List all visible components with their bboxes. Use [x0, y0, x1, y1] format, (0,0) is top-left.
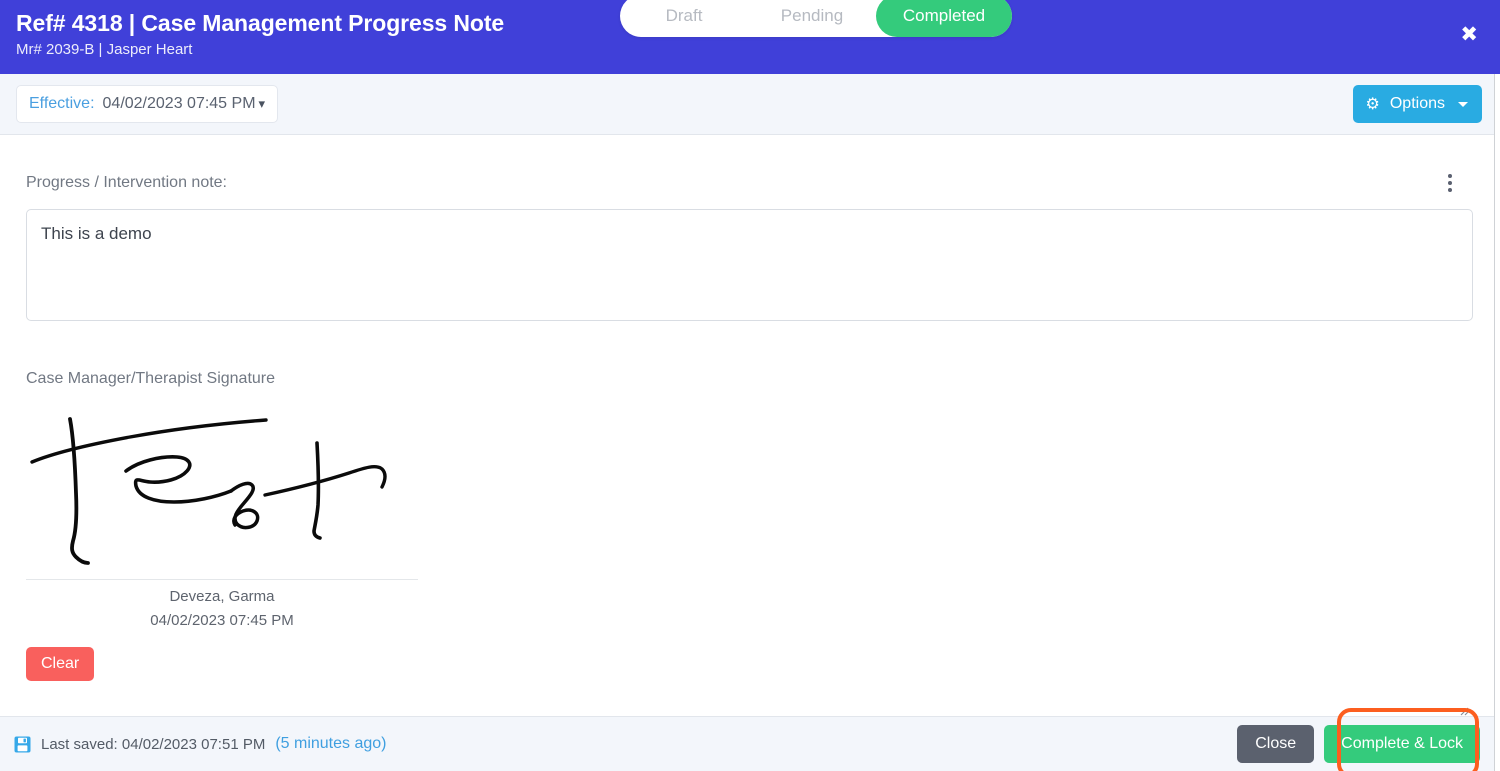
chevron-down-icon: ▾ [258, 96, 266, 112]
signed-timestamp: 04/02/2023 07:45 PM [150, 612, 294, 629]
status-stepper: Draft Pending Completed [620, 0, 1012, 37]
progress-note-modal: Ref# 4318 | Case Management Progress Not… [0, 0, 1500, 771]
options-button-label: Options [1389, 95, 1445, 112]
gear-icon: ⚙ [1365, 94, 1380, 113]
complete-and-lock-button[interactable]: Complete & Lock [1324, 725, 1480, 763]
modal-toolbar: Effective: 04/02/2023 07:45 PM ▾ Draft P… [0, 0, 1500, 135]
note-header: Progress / Intervention note: [26, 173, 1473, 194]
effective-date-value: 04/02/2023 07:45 PM [102, 95, 256, 112]
status-step-draft[interactable]: Draft [620, 0, 748, 37]
last-saved-text: Last saved: 04/02/2023 07:51 PM [41, 735, 266, 753]
modal-footer: Last saved: 04/02/2023 07:51 PM (5 minut… [0, 716, 1500, 771]
signature-section: Case Manager/Therapist Signature Deveza,… [26, 369, 1473, 681]
status-step-completed[interactable]: Completed [876, 0, 1012, 37]
resize-handle-icon[interactable] [1457, 704, 1469, 716]
clear-signature-button[interactable]: Clear [26, 647, 95, 681]
signature-field-label: Case Manager/Therapist Signature [26, 370, 276, 387]
effective-date-label: Effective: [29, 95, 95, 112]
scrollbar-track[interactable] [1494, 74, 1500, 771]
status-step-pending[interactable]: Pending [748, 0, 876, 37]
close-button[interactable]: Close [1237, 725, 1315, 763]
effective-date-selector[interactable]: Effective: 04/02/2023 07:45 PM ▾ [16, 85, 279, 123]
close-icon[interactable]: ✖ [1460, 24, 1478, 45]
footer-actions: Close Complete & Lock [1237, 725, 1480, 763]
chevron-down-icon [1458, 101, 1468, 107]
patient-subtitle: Mr# 2039-B | Jasper Heart [16, 41, 193, 58]
modal-body: Progress / Intervention note: Case Manag… [0, 135, 1500, 716]
more-vertical-icon[interactable] [1439, 172, 1461, 194]
note-textarea[interactable] [26, 209, 1473, 321]
signature-canvas[interactable] [26, 401, 418, 579]
signer-name: Deveza, Garma [169, 588, 275, 605]
last-saved-status: Last saved: 04/02/2023 07:51 PM (5 minut… [14, 735, 387, 753]
options-button[interactable]: ⚙ Options [1352, 85, 1482, 123]
save-icon [14, 736, 31, 752]
signature-image [30, 417, 387, 565]
note-field-label: Progress / Intervention note: [26, 174, 227, 191]
last-saved-relative: (5 minutes ago) [275, 735, 387, 752]
